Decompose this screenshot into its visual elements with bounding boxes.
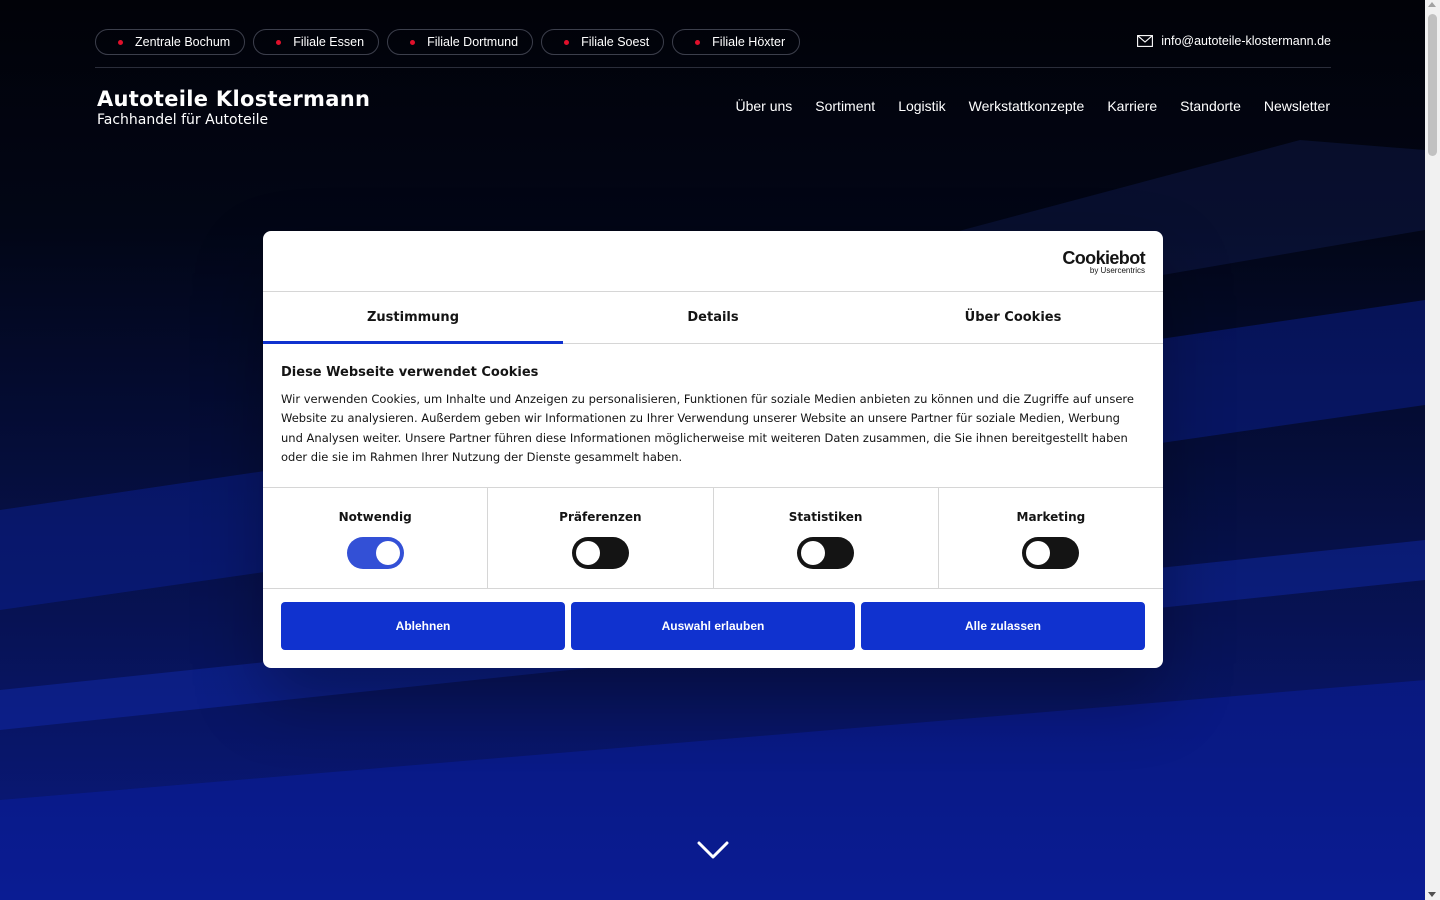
tab-zustimmung[interactable]: Zustimmung <box>263 292 563 344</box>
category-label: Marketing <box>1016 510 1086 524</box>
location-dot-icon <box>118 39 123 45</box>
category-statistiken: Statistiken <box>714 488 939 588</box>
cookiebot-brand-sub: by Usercentrics <box>1089 266 1145 275</box>
scrollbar-thumb[interactable] <box>1428 14 1437 156</box>
cookiebot-brand: Cookiebot <box>1062 248 1145 268</box>
tab-ueber-cookies[interactable]: Über Cookies <box>863 292 1163 343</box>
branch-label: Filiale Soest <box>581 35 650 49</box>
page-scrollbar[interactable] <box>1425 0 1440 900</box>
category-notwendig: Notwendig <box>263 488 489 588</box>
site-logo[interactable]: Autoteile Klostermann Fachhandel für Aut… <box>97 86 370 128</box>
nav-werkstattkonzepte[interactable]: Werkstattkonzepte <box>969 98 1085 114</box>
nav-logistik[interactable]: Logistik <box>898 98 945 114</box>
chevron-down-icon <box>697 841 729 859</box>
category-label: Statistiken <box>788 510 863 524</box>
scroll-down-arrow-icon[interactable] <box>1428 892 1436 897</box>
email-text: info@autoteile-klostermann.de <box>1161 34 1331 48</box>
category-label: Notwendig <box>338 510 412 524</box>
cookie-tabs: Zustimmung Details Über Cookies <box>263 292 1163 344</box>
cookie-dialog: Cookiebot by Usercentrics Zustimmung Det… <box>263 231 1163 668</box>
toggle-knob <box>1026 541 1051 565</box>
allow-selection-button[interactable]: Auswahl erlauben <box>571 602 855 650</box>
branch-label: Filiale Essen <box>293 35 365 49</box>
toggle-notwendig[interactable] <box>346 537 404 569</box>
location-dot-icon <box>410 39 416 45</box>
cookie-description: Diese Webseite verwendet Cookies Wir ver… <box>263 344 1163 488</box>
toggle-marketing[interactable] <box>1022 537 1080 569</box>
branch-label: Zentrale Bochum <box>135 35 231 49</box>
decline-button[interactable]: Ablehnen <box>281 602 565 650</box>
toggle-statistiken[interactable] <box>797 537 855 569</box>
branch-link-zentrale-bochum[interactable]: Zentrale Bochum <box>95 29 246 55</box>
category-praeferenzen: Präferenzen <box>488 488 714 588</box>
category-label: Präferenzen <box>559 510 642 524</box>
cookiebot-logo: Cookiebot by Usercentrics <box>1062 249 1145 275</box>
nav-newsletter[interactable]: Newsletter <box>1264 98 1330 114</box>
branch-link-hoexter[interactable]: Filiale Höxter <box>672 29 801 55</box>
nav-sortiment[interactable]: Sortiment <box>815 98 875 114</box>
top-bar: Zentrale Bochum Filiale Essen Filiale Do… <box>95 29 1331 68</box>
branch-link-soest[interactable]: Filiale Soest <box>541 29 665 55</box>
tab-details[interactable]: Details <box>563 292 863 343</box>
cookie-buttons: Ablehnen Auswahl erlauben Alle zulassen <box>263 589 1163 663</box>
nav-ueber-uns[interactable]: Über uns <box>735 98 792 114</box>
nav-standorte[interactable]: Standorte <box>1180 98 1241 114</box>
main-nav: Über uns Sortiment Logistik Werkstattkon… <box>735 98 1330 114</box>
location-dot-icon <box>564 39 570 45</box>
category-marketing: Marketing <box>939 488 1163 588</box>
location-dot-icon <box>695 39 701 45</box>
logo-title: Autoteile Klostermann <box>97 87 371 111</box>
branch-link-dortmund[interactable]: Filiale Dortmund <box>387 29 534 55</box>
toggle-knob <box>575 541 600 565</box>
scroll-up-arrow-icon[interactable] <box>1428 2 1436 7</box>
toggle-knob <box>801 541 826 565</box>
scroll-down-button[interactable] <box>697 840 729 864</box>
nav-karriere[interactable]: Karriere <box>1107 98 1157 114</box>
branch-label: Filiale Dortmund <box>427 35 519 49</box>
logo-subtitle: Fachhandel für Autoteile <box>97 112 269 128</box>
toggle-knob <box>375 541 400 565</box>
allow-all-button[interactable]: Alle zulassen <box>861 602 1145 650</box>
toggle-praeferenzen[interactable] <box>571 537 629 569</box>
branch-link-essen[interactable]: Filiale Essen <box>253 29 380 55</box>
email-link[interactable]: info@autoteile-klostermann.de <box>1137 34 1331 48</box>
cookie-heading: Diese Webseite verwendet Cookies <box>281 365 539 380</box>
cookie-text: Wir verwenden Cookies, um Inhalte und An… <box>281 392 1134 464</box>
cookie-categories: Notwendig Präferenzen Statistiken Market… <box>263 488 1163 589</box>
location-dot-icon <box>276 39 282 45</box>
mail-icon <box>1137 35 1154 47</box>
branch-label: Filiale Höxter <box>712 35 786 49</box>
cookie-dialog-header: Cookiebot by Usercentrics <box>263 231 1163 292</box>
